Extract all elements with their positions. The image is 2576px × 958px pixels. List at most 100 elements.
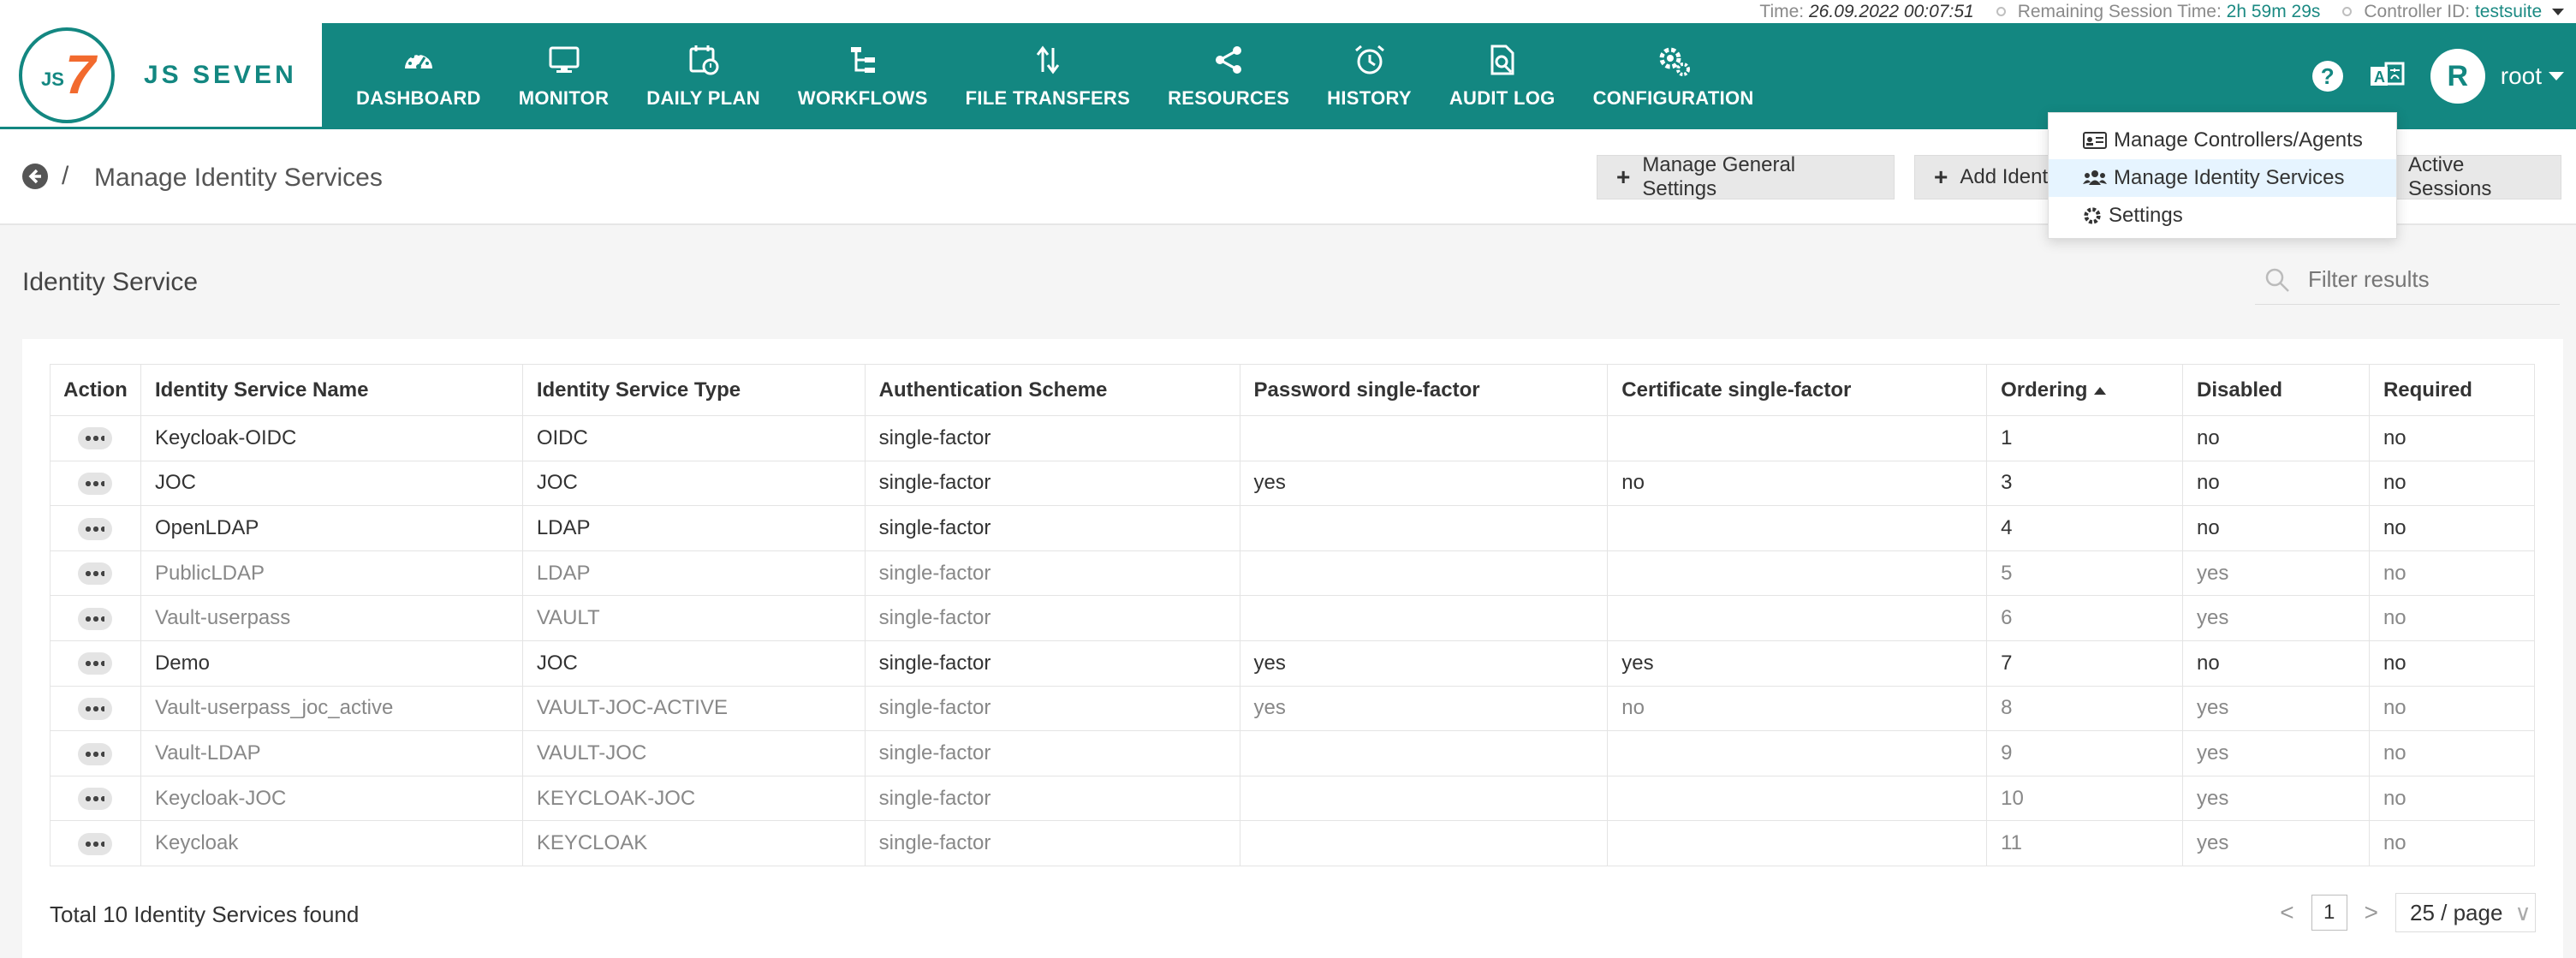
cell-name[interactable]: Vault-userpass_joc_active — [140, 685, 523, 732]
column-header[interactable]: Password single-factor — [1239, 364, 1609, 416]
row-action-button[interactable] — [78, 742, 113, 765]
row-action-button[interactable] — [78, 607, 113, 630]
nav-monitor[interactable]: MONITOR — [500, 23, 628, 129]
cell-name[interactable]: Vault-userpass — [140, 595, 523, 641]
cell-certificate — [1607, 550, 1988, 597]
back-arrow-icon[interactable] — [22, 164, 48, 189]
next-page-button[interactable]: > — [2365, 899, 2378, 926]
cell-disabled: no — [2182, 415, 2370, 461]
cell-name[interactable]: Keycloak-JOC — [140, 775, 523, 822]
prev-page-button[interactable]: < — [2280, 899, 2293, 926]
cell-scheme: single-factor — [864, 505, 1240, 551]
nav-configuration[interactable]: CONFIGURATION — [1574, 23, 1773, 129]
nav-audit-log[interactable]: AUDIT LOG — [1431, 23, 1574, 129]
cell-required: no — [2368, 640, 2536, 687]
session-time-value: 2h 59m 29s — [2226, 1, 2321, 21]
brand[interactable]: JS 7 JS SEVEN — [0, 23, 322, 129]
controller-value[interactable]: testsuite — [2475, 2, 2542, 21]
nav-resources[interactable]: RESOURCES — [1149, 23, 1308, 129]
button-label: Active Sessions — [2408, 153, 2492, 200]
column-header[interactable]: Disabled — [2182, 364, 2370, 416]
nav-label: CONFIGURATION — [1592, 87, 1754, 109]
cell-name[interactable]: PublicLDAP — [140, 550, 523, 597]
nav-workflows[interactable]: WORKFLOWS — [779, 23, 947, 129]
nav-label: DAILY PLAN — [646, 87, 760, 109]
cell-action — [50, 460, 141, 507]
controller-selector[interactable]: Controller ID: testsuite — [2342, 2, 2564, 22]
cell-name[interactable]: Demo — [140, 640, 523, 687]
cell-name[interactable]: JOC — [140, 460, 523, 507]
cell-ordering: 6 — [1986, 595, 2184, 641]
row-action-button[interactable] — [78, 517, 113, 540]
menu-item-manage-identity-services[interactable]: Manage Identity Services — [2049, 159, 2396, 197]
row-action-button[interactable] — [78, 652, 113, 675]
column-header[interactable]: Identity Service Type — [521, 364, 866, 416]
user-name[interactable]: root — [2501, 62, 2542, 90]
table-header-row: Action Identity Service Name Identity Se… — [50, 364, 2536, 416]
nav-label: AUDIT LOG — [1449, 87, 1556, 109]
row-action-button[interactable] — [78, 473, 113, 496]
row-action-button[interactable] — [78, 427, 113, 450]
cell-required: no — [2368, 595, 2536, 641]
cell-password — [1239, 505, 1609, 551]
cell-certificate — [1607, 415, 1988, 461]
caret-down-icon[interactable] — [2552, 8, 2564, 15]
ellipsis-icon — [86, 481, 105, 487]
nav-file-transfers[interactable]: FILE TRANSFERS — [947, 23, 1149, 129]
cell-action — [50, 595, 141, 641]
nav-history[interactable]: HISTORY — [1308, 23, 1431, 129]
cell-name[interactable]: Keycloak-OIDC — [140, 415, 523, 461]
column-header-ordering[interactable]: Ordering — [1986, 364, 2184, 416]
cell-name[interactable]: Keycloak — [140, 820, 523, 866]
language-icon[interactable]: A — [2369, 60, 2405, 92]
help-icon[interactable]: ? — [2311, 61, 2343, 92]
column-header[interactable]: Authentication Scheme — [864, 364, 1240, 416]
table-row: JOC JOC single-factor yes no 3 no no — [50, 460, 2536, 507]
status-bar: Time: 26.09.2022 00:07:51 Remaining Sess… — [0, 0, 2576, 23]
ellipsis-icon — [86, 706, 105, 712]
menu-item-settings[interactable]: Settings — [2049, 197, 2396, 235]
cell-scheme: single-factor — [864, 775, 1240, 822]
column-header[interactable]: Required — [2368, 364, 2536, 416]
row-action-button[interactable] — [78, 832, 113, 855]
cell-name[interactable]: Vault-LDAP — [140, 730, 523, 777]
transfer-arrows-icon — [1036, 45, 1060, 74]
logo-seven-text: 7 — [65, 43, 96, 105]
filter-input[interactable] — [2308, 266, 2548, 293]
plus-icon: + — [1934, 164, 1948, 190]
active-sessions-button[interactable]: Active Sessions — [2389, 153, 2561, 200]
manage-general-settings-button[interactable]: + Manage General Settings — [1597, 153, 1895, 200]
cell-ordering: 7 — [1986, 640, 2184, 687]
ellipsis-icon — [86, 661, 105, 667]
cell-certificate: no — [1607, 460, 1988, 507]
page-title: Manage Identity Services — [94, 164, 383, 192]
cell-action — [50, 730, 141, 777]
avatar[interactable]: R — [2430, 49, 2485, 104]
column-header[interactable]: Identity Service Name — [140, 364, 523, 416]
page-number[interactable]: 1 — [2311, 895, 2347, 931]
file-search-icon — [1490, 45, 1514, 75]
js7-logo[interactable]: JS 7 — [19, 27, 115, 123]
nav-dashboard[interactable]: DASHBOARD — [337, 23, 500, 129]
caret-down-icon[interactable] — [2549, 72, 2564, 80]
cell-type: VAULT — [521, 595, 866, 641]
row-action-button[interactable] — [78, 562, 113, 586]
column-header[interactable]: Certificate single-factor — [1607, 364, 1988, 416]
cell-required: no — [2368, 730, 2536, 777]
row-action-button[interactable] — [78, 698, 113, 721]
row-action-button[interactable] — [78, 788, 113, 811]
nav-label: MONITOR — [518, 87, 610, 109]
filter-box[interactable] — [2255, 255, 2560, 305]
search-icon — [2265, 268, 2289, 292]
cell-password: yes — [1239, 640, 1609, 687]
page-size-select[interactable]: 25 / page ∨ — [2395, 893, 2536, 932]
separator-circle-icon — [2342, 7, 2353, 17]
menu-item-manage-controllers[interactable]: Manage Controllers/Agents — [2049, 122, 2396, 159]
cell-name[interactable]: OpenLDAP — [140, 505, 523, 551]
cell-required: no — [2368, 460, 2536, 507]
nav-daily-plan[interactable]: DAILY PLAN — [628, 23, 779, 129]
cell-disabled: yes — [2182, 595, 2370, 641]
menu-item-label: Settings — [2109, 204, 2183, 227]
cell-action — [50, 415, 141, 461]
brand-name: JS SEVEN — [144, 60, 297, 89]
